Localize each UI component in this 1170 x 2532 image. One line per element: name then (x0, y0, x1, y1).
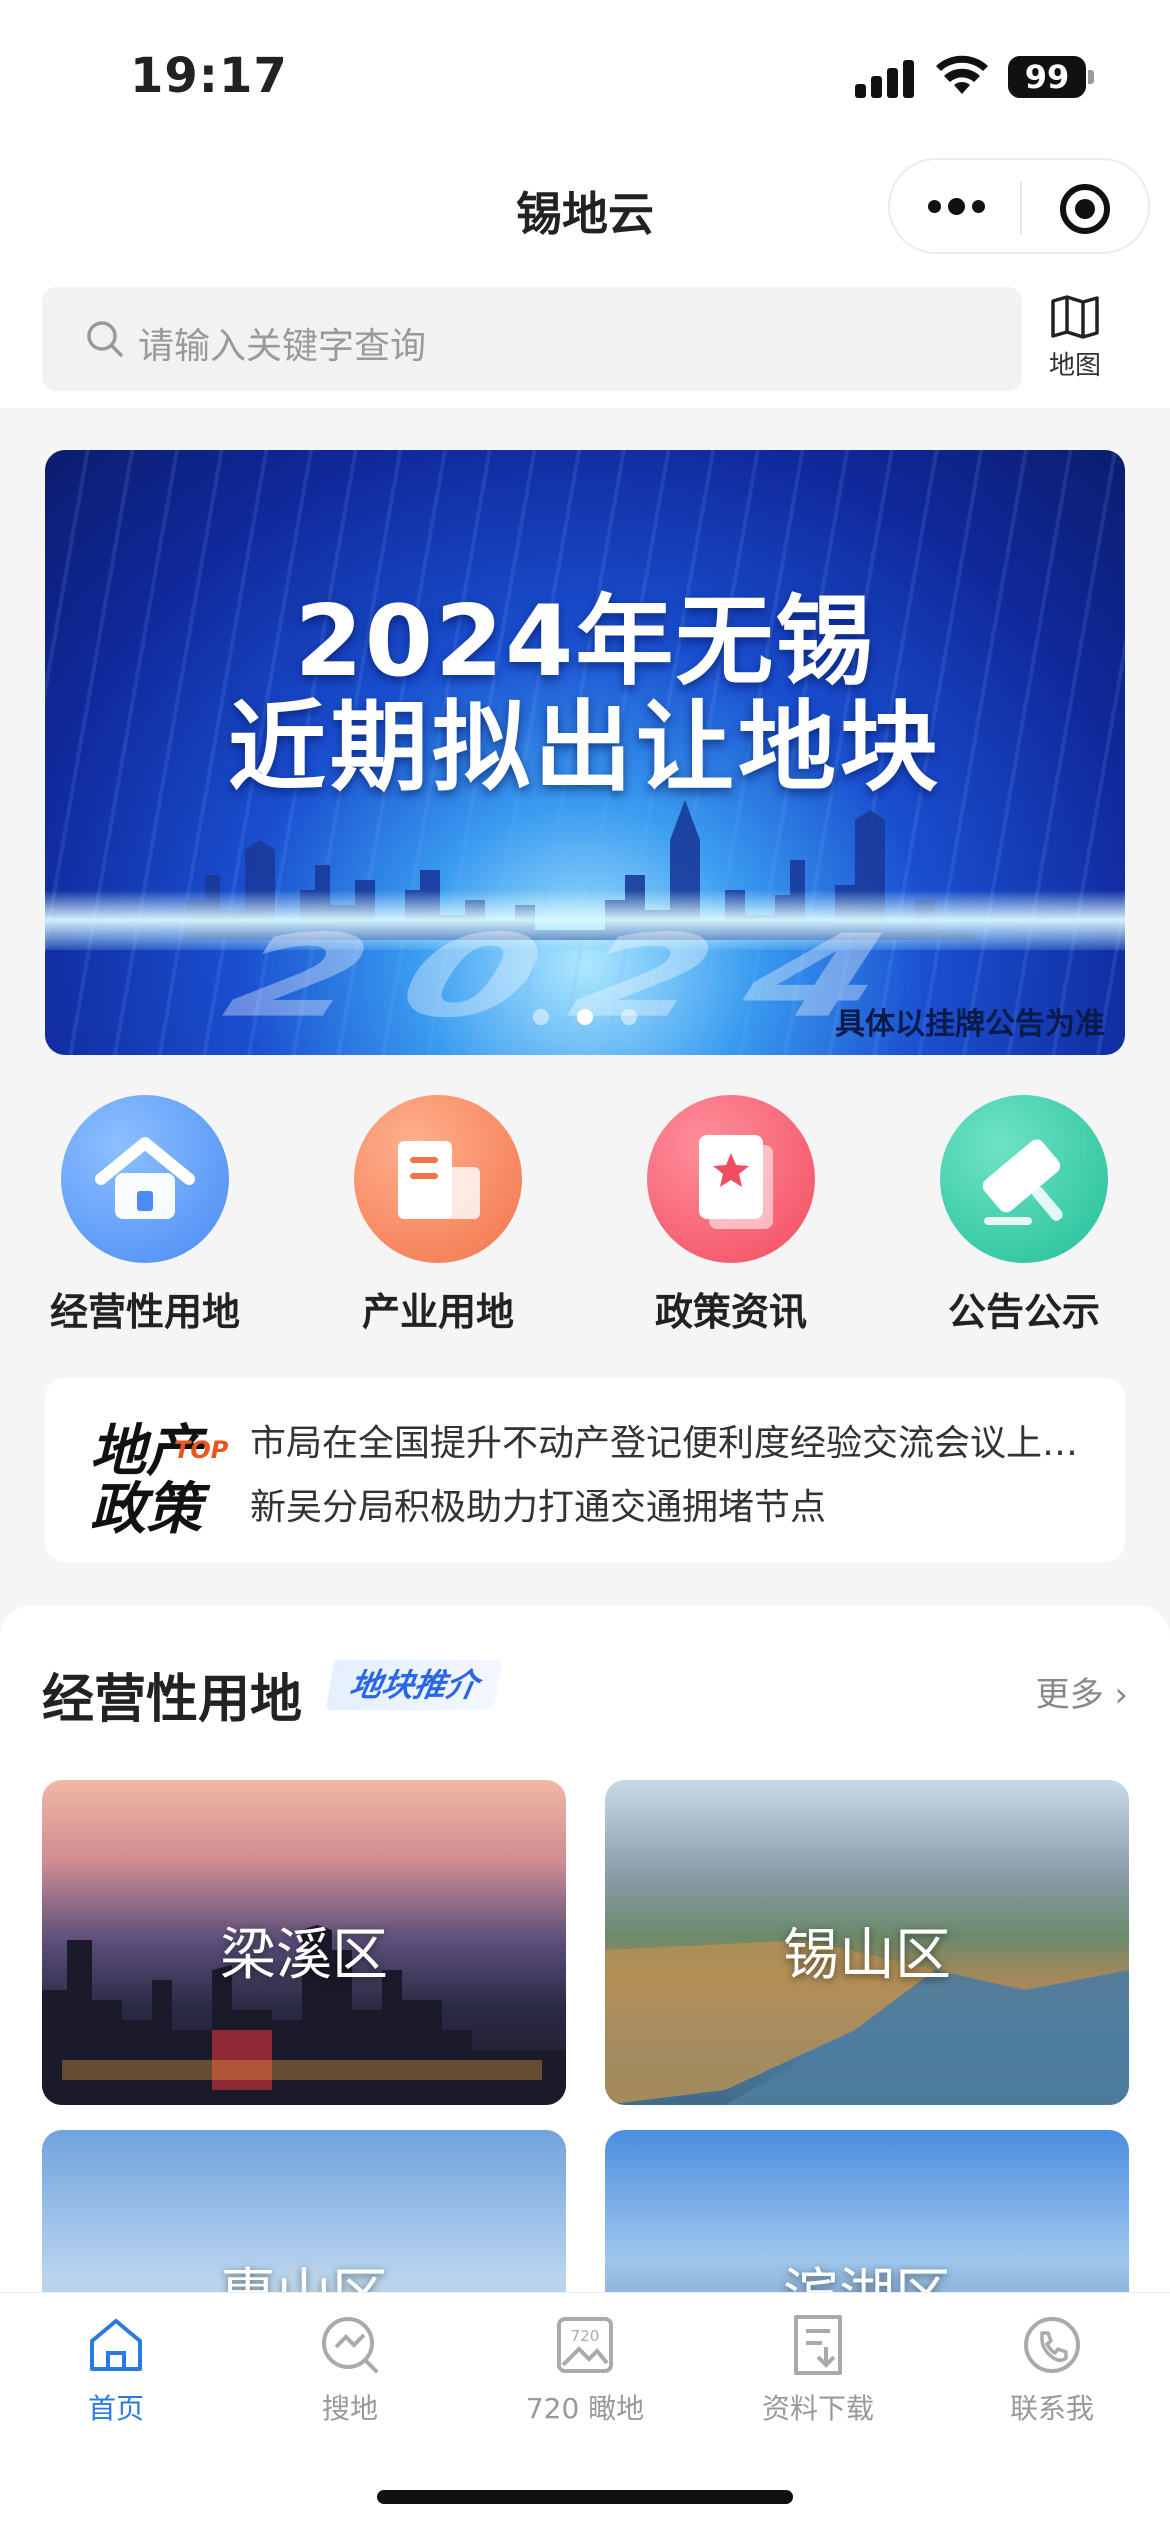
commercial-land-section: 经营性用地 地块推介 更多 › 梁溪区 锡山区 惠山区 滨湖区 (0, 1605, 1170, 2405)
document-star-icon (647, 1095, 815, 1263)
tab-label: 资料下载 (761, 2392, 874, 2425)
logo-line2: 政策 (90, 1477, 202, 1542)
banner-note: 具体以挂牌公告为准 (835, 1007, 1105, 1042)
search-icon (87, 321, 123, 357)
category-industrial-land[interactable]: 产业用地 (328, 1095, 548, 1336)
battery-tip (1088, 70, 1094, 84)
battery-icon: 99 (1008, 56, 1086, 98)
category-label: 政策资讯 (654, 1290, 807, 1334)
policy-top-logo: 地产 TOP 政策 (90, 1406, 230, 1542)
category-grid: 经营性用地 产业用地 政策资讯 公告公示 (0, 1095, 1170, 1345)
category-label: 产业用地 (361, 1290, 514, 1334)
panorama-icon: 720 (557, 2317, 613, 2373)
home-indicator (377, 2490, 793, 2504)
logo-top: TOP (174, 1436, 229, 1464)
close-target-icon[interactable] (1060, 184, 1110, 234)
tab-label: 搜地 (321, 2392, 378, 2425)
tab-downloads[interactable]: 资料下载 (718, 2313, 918, 2427)
phone-icon (1024, 2317, 1080, 2373)
tab-home[interactable]: 首页 (16, 2313, 216, 2427)
district-name: 锡山区 (783, 1923, 951, 1988)
more-link[interactable]: 更多 › (1036, 1667, 1128, 1716)
category-announcements[interactable]: 公告公示 (914, 1095, 1134, 1336)
more-icon[interactable] (928, 196, 988, 216)
home-icon (90, 2319, 142, 2371)
map-icon (1051, 295, 1099, 339)
svg-text:720: 720 (571, 2327, 600, 2345)
promo-banner[interactable]: 2024 2024年无锡 近期拟出让地块 具体以挂牌公告为准 (45, 450, 1125, 1055)
miniprogram-capsule (888, 158, 1150, 254)
tab-label: 联系我 (1009, 2392, 1094, 2425)
tab-720-view[interactable]: 720 720 瞰地 (485, 2313, 685, 2427)
chevron-right-icon: › (1103, 1675, 1128, 1715)
category-label: 公告公示 (947, 1290, 1100, 1334)
tab-search-land[interactable]: 搜地 (250, 2313, 450, 2427)
banner-dot[interactable] (621, 1009, 637, 1025)
house-icon (61, 1095, 229, 1263)
wifi-icon (936, 55, 988, 94)
section-tag: 地块推介 (325, 1660, 503, 1710)
map-label: 地图 (1048, 351, 1101, 381)
news-item[interactable]: 市局在全国提升不动产登记便利度经验交流会议上… (250, 1414, 1100, 1466)
tab-label: 首页 (87, 2392, 144, 2425)
policy-news-card[interactable]: 地产 TOP 政策 市局在全国提升不动产登记便利度经验交流会议上… 新吴分局积极… (45, 1378, 1125, 1562)
tab-label: 720 瞰地 (525, 2392, 645, 2425)
banner-dot-active[interactable] (577, 1009, 593, 1025)
more-label: 更多 (1035, 1675, 1104, 1715)
capsule-divider (1020, 182, 1022, 234)
search-placeholder: 请输入关键字查询 (138, 326, 427, 367)
gavel-icon (940, 1095, 1108, 1263)
navigation-bar: 锡地云 (0, 150, 1170, 265)
district-name: 梁溪区 (220, 1923, 388, 1988)
category-label: 经营性用地 (49, 1290, 240, 1334)
banner-title-line2: 近期拟出让地块 (227, 691, 942, 805)
download-doc-icon (794, 2315, 842, 2375)
section-title: 经营性用地 (42, 1670, 303, 1730)
search-input[interactable]: 请输入关键字查询 (42, 287, 1022, 391)
status-bar: 19:17 99 (0, 0, 1170, 150)
news-item[interactable]: 新吴分局积极助力打通交通拥堵节点 (250, 1478, 1100, 1530)
district-card-xishan[interactable]: 锡山区 (605, 1780, 1129, 2105)
cellular-signal-icon (855, 58, 915, 98)
map-button[interactable]: 地图 (1040, 295, 1110, 385)
search-land-icon (322, 2317, 378, 2373)
building-icon (354, 1095, 522, 1263)
tab-contact[interactable]: 联系我 (952, 2313, 1152, 2427)
district-card-liangxi[interactable]: 梁溪区 (42, 1780, 566, 2105)
search-row: 请输入关键字查询 地图 (0, 265, 1170, 408)
category-commercial-land[interactable]: 经营性用地 (35, 1095, 255, 1336)
category-policy-news[interactable]: 政策资讯 (621, 1095, 841, 1336)
status-time: 19:17 (130, 48, 288, 104)
banner-dot[interactable] (533, 1009, 549, 1025)
